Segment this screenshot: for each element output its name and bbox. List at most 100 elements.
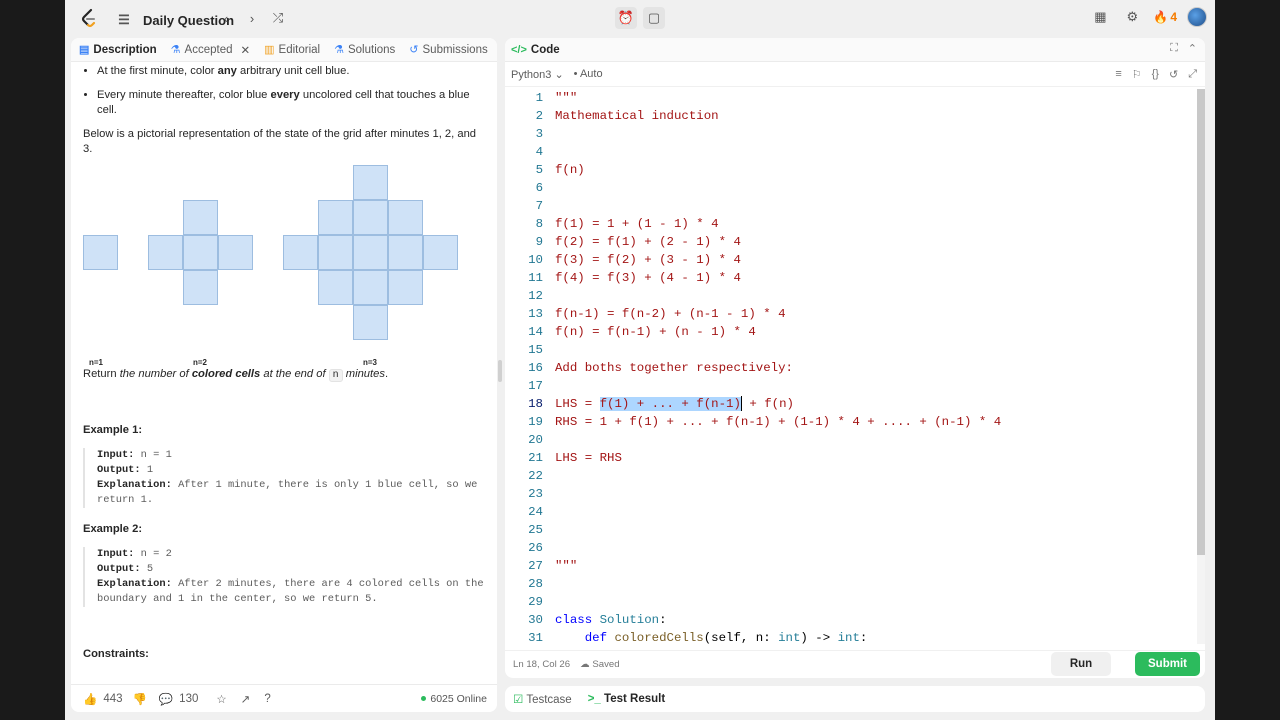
code-line[interactable]: 19 RHS = 1 + f(1) + ... + f(n-1) + (1-1) … xyxy=(505,413,1197,431)
editor-scrollbar[interactable] xyxy=(1197,89,1205,644)
code-line[interactable]: 16 Add boths together respectively: xyxy=(505,359,1197,377)
online-indicator: 6025 Online xyxy=(421,693,487,705)
example-output: Output: 5 xyxy=(97,562,487,577)
code-line[interactable]: 10 f(3) = f(2) + (3 - 1) * 4 xyxy=(505,251,1197,269)
description-footer: 👍 443 👎 💬 130 ☆ ↗ ? 6025 Online xyxy=(71,684,497,712)
chevron-left-icon[interactable]: ‹ xyxy=(215,7,237,29)
line-content: Add boths together respectively: xyxy=(555,361,793,375)
tab-submissions[interactable]: ↺ Submissions xyxy=(409,43,487,57)
collapse-icon[interactable]: ⌃ xyxy=(1188,42,1197,55)
code-line[interactable]: 1 """ xyxy=(505,89,1197,107)
chevron-right-icon[interactable]: › xyxy=(241,7,263,29)
line-number: 29 xyxy=(528,595,543,609)
settings-gear-icon[interactable]: ⚙ xyxy=(1121,6,1143,28)
code-line[interactable]: 27 """ xyxy=(505,557,1197,575)
like-button[interactable]: 👍 443 xyxy=(83,692,123,706)
tab-accepted[interactable]: ⚗ Accepted ✕ xyxy=(171,43,250,57)
fire-icon: 🔥 xyxy=(1153,10,1169,24)
help-icon[interactable]: ? xyxy=(264,693,270,705)
code-line[interactable]: 18 LHS = f(1) + ... + f(n-1) + f(n) xyxy=(505,395,1197,413)
streak-counter[interactable]: 🔥 4 xyxy=(1153,10,1177,24)
tab-test-result[interactable]: >_ Test Result xyxy=(588,693,665,705)
share-icon[interactable]: ↗ xyxy=(241,692,251,706)
code-line[interactable]: 21 LHS = RHS xyxy=(505,449,1197,467)
grid-cell xyxy=(353,200,388,235)
code-line[interactable]: 17 xyxy=(505,377,1197,395)
code-line[interactable]: 28 xyxy=(505,575,1197,593)
code-line[interactable]: 9 f(2) = f(1) + (2 - 1) * 4 xyxy=(505,233,1197,251)
description-panel: ▤ Description ⚗ Accepted ✕ ▥ Editorial ⚗… xyxy=(71,38,497,712)
maximize-icon[interactable]: ⛶ xyxy=(1170,42,1178,55)
thumbs-down-icon[interactable]: 👎 xyxy=(133,692,147,706)
panel-resize-handle[interactable] xyxy=(498,360,502,382)
grid-cell xyxy=(388,200,423,235)
braces-icon[interactable]: {} xyxy=(1152,68,1159,81)
line-number: 2 xyxy=(535,109,543,123)
comments-button[interactable]: 💬 130 xyxy=(159,692,199,706)
alarm-clock-icon[interactable]: ⏰ xyxy=(615,7,637,29)
code-line[interactable]: 24 xyxy=(505,503,1197,521)
example-input: Input: n = 1 xyxy=(97,448,487,463)
line-content xyxy=(543,575,555,593)
code-line[interactable]: 6 xyxy=(505,179,1197,197)
bookmark-icon[interactable]: ⚐ xyxy=(1132,68,1142,81)
language-select[interactable]: Python3 ⌄ xyxy=(511,68,564,81)
grid-label-n3: n=3 xyxy=(363,358,378,367)
code-line[interactable]: 25 xyxy=(505,521,1197,539)
layout-grid-icon[interactable]: ▦ xyxy=(1089,6,1111,28)
line-content xyxy=(543,503,555,521)
tab-description[interactable]: ▤ Description xyxy=(79,43,157,57)
line-number: 18 xyxy=(528,397,543,411)
description-tabs: ▤ Description ⚗ Accepted ✕ ▥ Editorial ⚗… xyxy=(71,38,497,62)
code-line[interactable]: 30 class Solution: xyxy=(505,611,1197,629)
problem-navigation: ‹ › ⤮ xyxy=(215,7,289,29)
submit-button[interactable]: Submit xyxy=(1135,652,1200,676)
notes-icon[interactable]: ▢ xyxy=(643,7,665,29)
line-content: f(2) = f(1) + (2 - 1) * 4 xyxy=(555,235,741,249)
scrollbar-thumb[interactable] xyxy=(1197,89,1205,555)
tab-editorial[interactable]: ▥ Editorial xyxy=(264,43,320,57)
shuffle-icon[interactable]: ⤮ xyxy=(267,7,289,29)
code-line[interactable]: 8 f(1) = 1 + (1 - 1) * 4 xyxy=(505,215,1197,233)
code-line[interactable]: 4 xyxy=(505,143,1197,161)
code-editor[interactable]: 1 """ 2 Mathematical induction 3 4 5 f(n) 6 7 8 f(1… xyxy=(505,89,1197,644)
grid-cell xyxy=(353,235,388,270)
tab-solutions[interactable]: ⚗ Solutions xyxy=(334,43,395,57)
format-icon[interactable]: ≡ xyxy=(1115,68,1121,81)
close-icon[interactable]: ✕ xyxy=(241,43,251,57)
leetcode-logo-icon[interactable] xyxy=(79,8,99,28)
grid-cell xyxy=(83,235,118,270)
user-avatar[interactable] xyxy=(1187,7,1207,27)
code-line[interactable]: 11 f(4) = f(3) + (4 - 1) * 4 xyxy=(505,269,1197,287)
code-line[interactable]: 23 xyxy=(505,485,1197,503)
code-line[interactable]: 12 xyxy=(505,287,1197,305)
example-2-block: Input: n = 2 Output: 5 Explanation: Afte… xyxy=(83,547,487,607)
code-line[interactable]: 14 f(n) = f(n-1) + (n - 1) * 4 xyxy=(505,323,1197,341)
star-icon[interactable]: ☆ xyxy=(216,692,226,706)
code-line[interactable]: 3 xyxy=(505,125,1197,143)
tab-test-result-label: Test Result xyxy=(604,693,666,705)
grid-cell xyxy=(353,305,388,340)
code-line[interactable]: 2 Mathematical induction xyxy=(505,107,1197,125)
thumbs-up-icon: 👍 xyxy=(83,693,98,706)
fullscreen-icon[interactable]: ⤢ xyxy=(1188,68,1197,81)
code-line[interactable]: 20 xyxy=(505,431,1197,449)
autocomplete-mode[interactable]: • Auto xyxy=(574,68,603,80)
code-line[interactable]: 29 xyxy=(505,593,1197,611)
code-line[interactable]: 26 xyxy=(505,539,1197,557)
reset-icon[interactable]: ↺ xyxy=(1169,68,1178,81)
top-bar: ☰ Daily Question ‹ › ⤮ ⏰ ▢ ▦ ⚙ 🔥 4 xyxy=(65,0,1215,36)
code-line[interactable]: 7 xyxy=(505,197,1197,215)
code-line[interactable]: 15 xyxy=(505,341,1197,359)
code-line[interactable]: 5 f(n) xyxy=(505,161,1197,179)
code-line[interactable]: 22 xyxy=(505,467,1197,485)
tab-testcase[interactable]: ☑ Testcase xyxy=(513,692,572,706)
code-line[interactable]: 13 f(n-1) = f(n-2) + (n-1 - 1) * 4 xyxy=(505,305,1197,323)
line-number: 22 xyxy=(528,469,543,483)
rule-emphasis: any xyxy=(217,65,237,77)
code-line[interactable]: 31 def coloredCells(self, n: int) -> int… xyxy=(505,629,1197,644)
language-value: Python3 xyxy=(511,68,552,81)
run-button[interactable]: Run xyxy=(1051,652,1111,676)
line-number: 12 xyxy=(528,289,543,303)
line-number: 30 xyxy=(528,613,543,627)
